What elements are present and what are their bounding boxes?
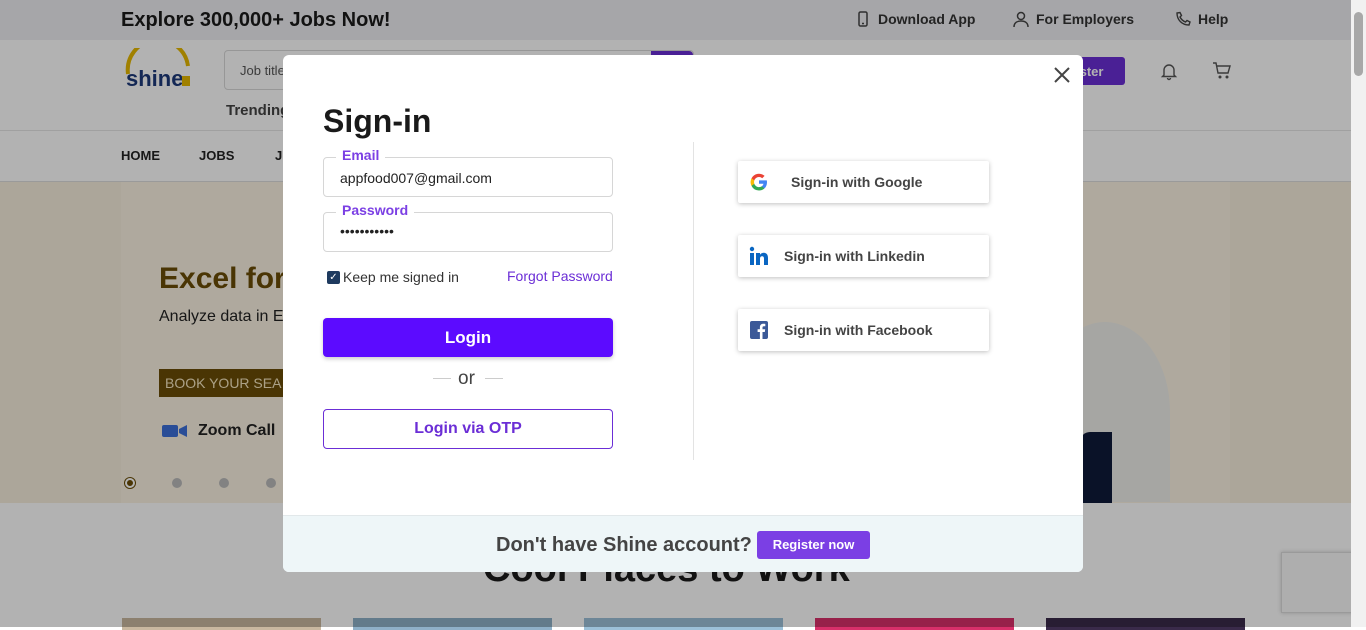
scrollbar[interactable]: [1351, 0, 1366, 627]
keep-signed-in-label: Keep me signed in: [343, 269, 459, 285]
email-value[interactable]: appfood007@gmail.com: [340, 170, 492, 186]
password-label: Password: [336, 202, 415, 218]
modal-footer: Don't have Shine account? Register now: [283, 515, 1083, 572]
facebook-label: Sign-in with Facebook: [784, 322, 933, 338]
google-label: Sign-in with Google: [791, 174, 923, 190]
or-separator: or: [433, 368, 503, 389]
modal-title: Sign-in: [323, 103, 432, 139]
linkedin-label: Sign-in with Linkedin: [784, 248, 925, 264]
forgot-password-link[interactable]: Forgot Password: [507, 268, 613, 284]
login-otp-button[interactable]: Login via OTP: [323, 409, 613, 449]
no-account-text: Don't have Shine account?: [496, 534, 752, 556]
linkedin-signin-button[interactable]: Sign-in with Linkedin: [738, 235, 989, 277]
facebook-icon: [750, 321, 768, 339]
or-line-right: [485, 378, 503, 379]
facebook-signin-button[interactable]: Sign-in with Facebook: [738, 309, 989, 351]
password-field[interactable]: Password •••••••••••: [323, 202, 613, 252]
google-icon: [750, 173, 767, 191]
scrollbar-thumb[interactable]: [1354, 12, 1363, 76]
checkbox-checked-icon[interactable]: ✓: [327, 270, 340, 284]
vertical-divider: [693, 142, 694, 460]
register-now-button[interactable]: Register now: [757, 531, 870, 559]
close-icon[interactable]: [1053, 66, 1071, 84]
login-button[interactable]: Login: [323, 318, 613, 357]
or-line-left: [433, 378, 451, 379]
email-field[interactable]: Email appfood007@gmail.com: [323, 147, 613, 197]
linkedin-icon: [749, 246, 768, 265]
signin-modal: Sign-in Email appfood007@gmail.com Passw…: [283, 55, 1083, 572]
email-label: Email: [336, 147, 386, 163]
keep-signed-in[interactable]: ✓ Keep me signed in: [327, 269, 459, 285]
google-signin-button[interactable]: Sign-in with Google: [738, 161, 989, 203]
or-text: or: [458, 368, 475, 389]
password-value[interactable]: •••••••••••: [340, 223, 394, 239]
